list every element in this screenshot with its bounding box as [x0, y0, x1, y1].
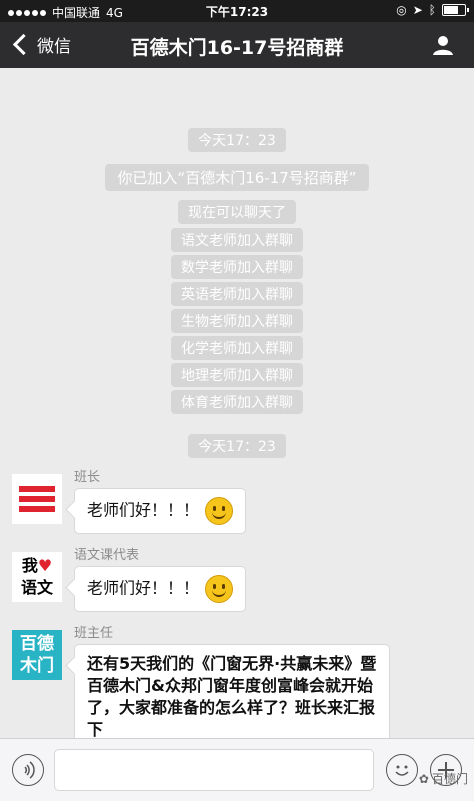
voice-button[interactable]	[12, 754, 44, 786]
system-message: 化学老师加入群聊	[0, 336, 474, 360]
avatar-text-top: 百德	[20, 634, 54, 654]
system-message: 生物老师加入群聊	[0, 309, 474, 333]
watermark-text: 百德门	[431, 772, 468, 786]
message-bubble[interactable]: 还有5天我们的《门窗无界·共赢未来》暨百德木门&众邦门窗年度创富峰会就开始了，大…	[74, 644, 390, 750]
message-text: 老师们好！！！	[87, 578, 200, 598]
emoji-icon	[395, 765, 409, 776]
avatar[interactable]: 百德 木门	[12, 630, 62, 680]
group-info-icon[interactable]	[432, 34, 454, 56]
page-title: 百德木门16-17号招商群	[130, 37, 344, 59]
message-bubble[interactable]: 老师们好！！！	[74, 488, 247, 534]
smile-emoji-icon	[205, 575, 234, 603]
avatar-text-top: 我♥	[21, 556, 53, 575]
avatar-text-bottom: 木门	[20, 656, 54, 676]
voice-icon	[24, 761, 35, 779]
chat-message: 百德 木门 班主任 还有5天我们的《门窗无界·共赢未来》暨百德木门&众邦门窗年度…	[12, 622, 462, 750]
timestamp: 今天17：23	[0, 128, 474, 152]
message-text: 还有5天我们的《门窗无界·共赢未来》暨百德木门&众邦门窗年度创富峰会就开始了，大…	[87, 654, 377, 739]
system-message: 数学老师加入群聊	[0, 255, 474, 279]
smile-emoji-icon	[205, 497, 234, 525]
heart-icon: ♥	[37, 556, 53, 575]
sender-name: 语文课代表	[74, 548, 140, 563]
emoji-button[interactable]	[386, 754, 418, 786]
avatar[interactable]	[12, 474, 62, 524]
join-notice: 你已加入“百德木门16-17号招商群”	[0, 164, 474, 191]
system-message: 地理老师加入群聊	[0, 363, 474, 387]
sender-name: 班主任	[74, 626, 114, 641]
message-input[interactable]	[54, 749, 374, 791]
wechat-icon: ✿	[418, 771, 429, 786]
chat-message: 班长 老师们好！！！	[12, 466, 462, 536]
system-message: 语文老师加入群聊	[0, 228, 474, 252]
avatar-text-bottom: 语文	[20, 578, 53, 597]
location-icon: ➤	[412, 3, 423, 17]
watermark: ✿ 百德门	[419, 770, 468, 787]
message-text: 老师们好！！！	[87, 500, 200, 520]
bluetooth-icon: ᛒ	[428, 3, 436, 17]
avatar[interactable]: 我♥ 语文	[12, 552, 62, 602]
red-stripes-avatar-icon	[12, 474, 62, 524]
message-bubble[interactable]: 老师们好！！！	[74, 566, 247, 612]
system-message: 体育老师加入群聊	[0, 390, 474, 414]
status-bar: 中国联通 4G 下午17:23 ◎ ➤ ᛒ	[0, 0, 474, 22]
system-message: 英语老师加入群聊	[0, 282, 474, 306]
battery-icon	[442, 4, 469, 16]
lock-icon: ◎	[396, 3, 407, 17]
chat-area[interactable]: 今天17：23 你已加入“百德木门16-17号招商群” 现在可以聊天了 语文老师…	[0, 68, 474, 750]
input-bar	[0, 738, 474, 801]
system-message: 现在可以聊天了	[0, 200, 474, 224]
timestamp: 今天17：23	[0, 434, 474, 458]
nav-bar: 微信 百德木门16-17号招商群	[0, 22, 474, 68]
sender-name: 班长	[74, 470, 101, 485]
chat-message: 我♥ 语文 语文课代表 老师们好！！！	[12, 544, 462, 614]
